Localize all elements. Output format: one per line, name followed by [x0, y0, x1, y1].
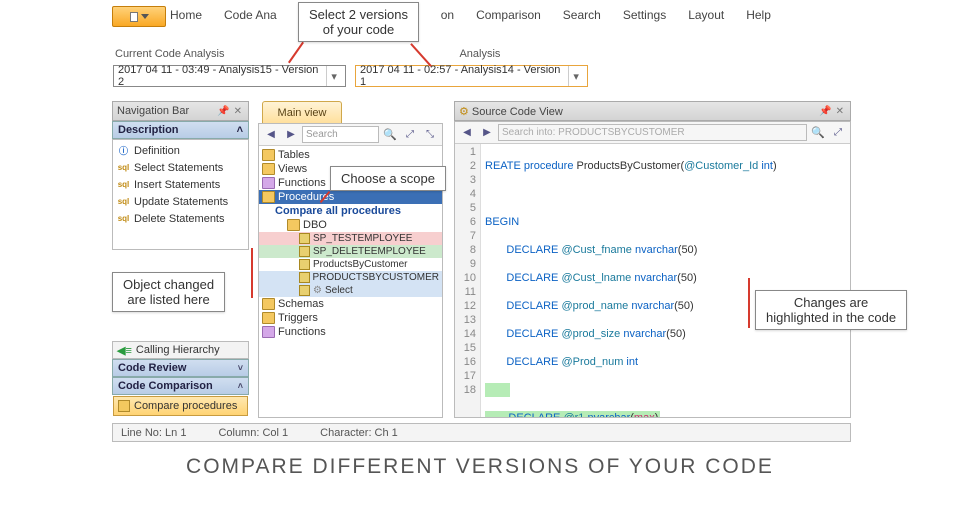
- chevron-down-icon: ˅: [238, 363, 243, 373]
- status-col: Column: Col 1: [218, 427, 288, 439]
- label-analysis: Analysis: [459, 48, 500, 60]
- compare-procedures-button[interactable]: Compare procedures: [113, 396, 248, 416]
- description-panel: ⓘDefinition sqlSelect Statements sqlInse…: [112, 139, 249, 250]
- status-char: Character: Ch 1: [320, 427, 398, 439]
- tree-dbo[interactable]: DBO: [259, 218, 442, 232]
- tree-functions2[interactable]: Functions: [259, 325, 442, 339]
- nav-back-button[interactable]: ◀: [458, 124, 476, 142]
- nav-bar-header: Navigation Bar📌✕: [112, 101, 249, 121]
- line-gutter: 123456789101112131415161718: [455, 144, 481, 417]
- close-icon[interactable]: ✕: [234, 106, 242, 117]
- options-button[interactable]: ⤢: [829, 124, 847, 142]
- proc-item[interactable]: SP_DELETEEMPLOYEE: [259, 245, 442, 258]
- proc-icon: [299, 246, 310, 257]
- menu-home[interactable]: Home: [170, 8, 202, 22]
- schema-icon: [262, 298, 275, 310]
- desc-select[interactable]: sqlSelect Statements: [113, 159, 248, 176]
- calling-hierarchy[interactable]: ◀≡Calling Hierarchy: [112, 341, 249, 359]
- proc-item[interactable]: PRODUCTSBYCUSTOMER: [259, 271, 442, 284]
- nav-fwd-button[interactable]: ▶: [478, 124, 496, 142]
- function-icon: [262, 177, 275, 189]
- collapse-button[interactable]: ⤡: [421, 126, 439, 144]
- desc-update[interactable]: sqlUpdate Statements: [113, 193, 248, 210]
- desc-insert[interactable]: sqlInsert Statements: [113, 176, 248, 193]
- view-icon: [262, 163, 275, 175]
- menu-on[interactable]: on: [441, 8, 454, 22]
- main-view-toolbar: ◀ ▶ Search 🔍 ⤢ ⤡: [259, 124, 442, 146]
- version-select-1[interactable]: 2017 04 11 - 03:49 - Analysis15 - Versio…: [113, 65, 346, 87]
- desc-delete[interactable]: sqlDelete Statements: [113, 210, 248, 227]
- version-select-2[interactable]: 2017 04 11 - 02:57 - Analysis14 - Versio…: [355, 65, 588, 87]
- pin-icon[interactable]: 📌: [217, 106, 229, 117]
- proc-icon: [299, 285, 310, 296]
- expand-button[interactable]: ⤢: [401, 126, 419, 144]
- search-input[interactable]: Search: [302, 126, 379, 143]
- menu-layout[interactable]: Layout: [688, 8, 724, 22]
- menu-bar: Home Code Ana on Comparison Search Setti…: [170, 8, 771, 22]
- annotation-select-versions: Select 2 versionsof your code: [298, 2, 419, 42]
- desc-definition[interactable]: ⓘDefinition: [113, 142, 248, 159]
- app-menu-button[interactable]: [112, 6, 166, 27]
- menu-settings[interactable]: Settings: [623, 8, 666, 22]
- folder-icon: [287, 219, 300, 231]
- info-icon: ⓘ: [117, 144, 130, 157]
- source-search-input[interactable]: Search into: PRODUCTSBYCUSTOMER: [498, 124, 807, 141]
- source-toolbar: ◀ ▶ Search into: PRODUCTSBYCUSTOMER 🔍 ⤢: [455, 122, 850, 144]
- chevron-up-icon: ˄: [238, 381, 243, 391]
- search-icon[interactable]: 🔍: [383, 128, 397, 141]
- chevron-down-icon: ▾: [326, 66, 341, 86]
- menu-search[interactable]: Search: [563, 8, 601, 22]
- chevron-up-icon: ˄: [237, 124, 243, 136]
- source-code-header: ⚙Source Code View 📌✕: [454, 101, 851, 121]
- proc-item[interactable]: SP_TESTEMPLOYEE: [259, 232, 442, 245]
- menu-comparison[interactable]: Comparison: [476, 8, 541, 22]
- function-icon: [262, 326, 275, 338]
- annotation-choose-scope: Choose a scope: [330, 166, 446, 191]
- close-icon[interactable]: ✕: [836, 106, 844, 117]
- proc-item[interactable]: ProductsByCustomer: [259, 258, 442, 271]
- annotation-changes-highlighted: Changes arehighlighted in the code: [755, 290, 907, 330]
- status-bar: Line No: Ln 1 Column: Col 1 Character: C…: [112, 423, 851, 442]
- annotation-object-changed: Object changedare listed here: [112, 272, 225, 312]
- gear-icon: ⚙: [459, 106, 469, 118]
- compare-all-link[interactable]: Compare all procedures: [259, 204, 442, 218]
- search-icon[interactable]: 🔍: [811, 126, 825, 139]
- nav-fwd-button[interactable]: ▶: [282, 126, 300, 144]
- proc-item[interactable]: ⚙Select: [259, 284, 442, 297]
- label-current-analysis: Current Code Analysis: [115, 48, 224, 60]
- sql-icon: sql: [117, 178, 130, 191]
- compare-icon: [118, 400, 130, 412]
- nav-back-button[interactable]: ◀: [262, 126, 280, 144]
- tab-main-view[interactable]: Main view: [262, 101, 342, 124]
- code-editor[interactable]: REATE procedure ProductsByCustomer(@Cust…: [481, 144, 850, 417]
- trigger-icon: [262, 312, 275, 324]
- sql-icon: sql: [117, 212, 130, 225]
- pin-icon[interactable]: 📌: [819, 106, 831, 117]
- menu-code-analysis[interactable]: Code Ana: [224, 8, 277, 22]
- code-review-header[interactable]: Code Review˅: [112, 359, 249, 377]
- proc-icon: [299, 272, 310, 283]
- status-line: Line No: Ln 1: [121, 427, 186, 439]
- menu-help[interactable]: Help: [746, 8, 771, 22]
- chevron-down-icon: ▾: [568, 66, 583, 86]
- arrow-icon: ◀≡: [117, 344, 132, 357]
- table-icon: [262, 149, 275, 161]
- code-comparison-header[interactable]: Code Comparison˄: [112, 377, 249, 395]
- description-header[interactable]: Description˄: [112, 121, 249, 139]
- tree-tables[interactable]: Tables: [259, 148, 442, 162]
- sql-icon: sql: [117, 195, 130, 208]
- procedure-icon: [262, 191, 275, 203]
- tree-schemas[interactable]: Schemas: [259, 297, 442, 311]
- proc-icon: [299, 259, 310, 270]
- proc-icon: [299, 233, 310, 244]
- tree-triggers[interactable]: Triggers: [259, 311, 442, 325]
- page-caption: COMPARE DIFFERENT VERSIONS OF YOUR CODE: [0, 455, 960, 479]
- source-code-panel: ◀ ▶ Search into: PRODUCTSBYCUSTOMER 🔍 ⤢ …: [454, 121, 851, 418]
- tree-procedures[interactable]: Procedures: [259, 190, 442, 204]
- sql-icon: sql: [117, 161, 130, 174]
